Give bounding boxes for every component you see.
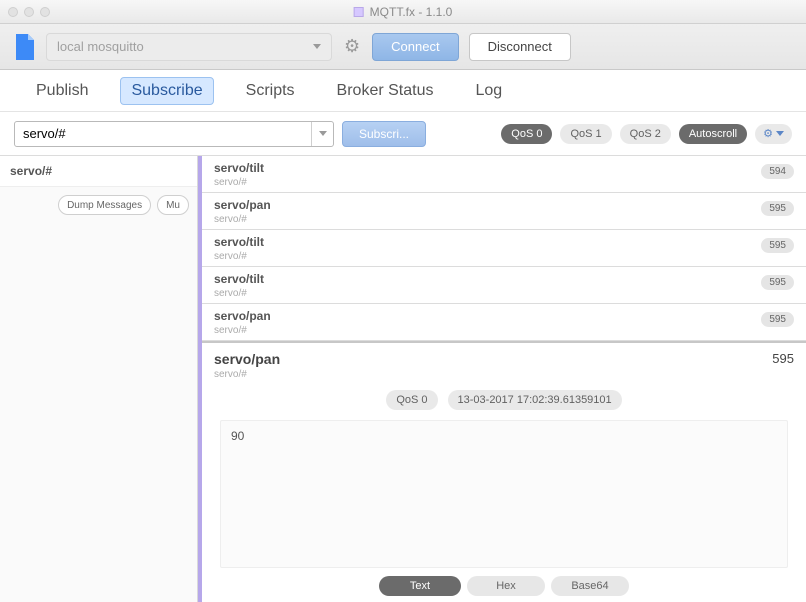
detail-source: servo/# <box>214 369 280 380</box>
message-topic: servo/pan <box>214 309 794 323</box>
subscriptions-panel: servo/# Dump Messages Mu <box>0 156 198 602</box>
tab-log[interactable]: Log <box>465 78 512 104</box>
disconnect-button[interactable]: Disconnect <box>469 33 571 61</box>
message-source: servo/# <box>214 325 794 336</box>
close-dot[interactable] <box>8 7 18 17</box>
detail-timestamp-pill: 13-03-2017 17:02:39.61359101 <box>448 390 622 410</box>
topic-input-wrapper <box>14 121 334 147</box>
message-source: servo/# <box>214 288 794 299</box>
message-row[interactable]: servo/pan servo/# 595 <box>202 304 806 341</box>
qos0-pill[interactable]: QoS 0 <box>501 124 552 144</box>
message-count-badge: 595 <box>761 201 794 216</box>
autoscroll-pill[interactable]: Autoscroll <box>679 124 747 144</box>
qos1-pill[interactable]: QoS 1 <box>560 124 611 144</box>
dump-messages-button[interactable]: Dump Messages <box>58 195 151 215</box>
format-hex-button[interactable]: Hex <box>467 576 545 596</box>
message-row[interactable]: servo/tilt servo/# 595 <box>202 267 806 304</box>
qos2-pill[interactable]: QoS 2 <box>620 124 671 144</box>
tab-subscribe[interactable]: Subscribe <box>120 77 213 105</box>
profile-icon[interactable] <box>14 34 36 60</box>
chevron-down-icon <box>319 131 327 136</box>
window-title-text: MQTT.fx - 1.1.0 <box>370 5 453 19</box>
message-detail: servo/pan servo/# 595 QoS 0 13-03-2017 1… <box>202 341 806 602</box>
zoom-dot[interactable] <box>40 7 50 17</box>
gears-icon: ⚙ <box>763 127 773 140</box>
connection-select[interactable]: local mosquitto <box>46 33 332 61</box>
detail-qos-pill: QoS 0 <box>386 390 437 410</box>
message-topic: servo/tilt <box>214 235 794 249</box>
topic-input[interactable] <box>15 126 311 141</box>
connect-button[interactable]: Connect <box>372 33 458 61</box>
subscription-item[interactable]: servo/# <box>0 156 197 187</box>
message-row[interactable]: servo/tilt servo/# 594 <box>202 156 806 193</box>
message-source: servo/# <box>214 177 794 188</box>
message-count-badge: 595 <box>761 238 794 253</box>
main-tabs: Publish Subscribe Scripts Broker Status … <box>0 70 806 112</box>
message-row[interactable]: servo/tilt servo/# 595 <box>202 230 806 267</box>
detail-count-badge: 595 <box>772 351 794 366</box>
chevron-down-icon <box>776 131 784 136</box>
main-area: servo/# Dump Messages Mu servo/tilt serv… <box>0 156 806 602</box>
display-settings-button[interactable]: ⚙ <box>755 124 792 144</box>
connection-toolbar: local mosquitto ⚙ Connect Disconnect <box>0 24 806 70</box>
traffic-lights <box>8 7 50 17</box>
topic-dropdown-button[interactable] <box>311 122 333 146</box>
message-topic: servo/pan <box>214 198 794 212</box>
message-source: servo/# <box>214 214 794 225</box>
subscribe-bar: Subscri... QoS 0 QoS 1 QoS 2 Autoscroll … <box>0 112 806 156</box>
app-icon <box>354 7 364 17</box>
format-toggle: Text Hex Base64 <box>214 576 794 596</box>
window-title: MQTT.fx - 1.1.0 <box>354 5 453 19</box>
format-base64-button[interactable]: Base64 <box>551 576 629 596</box>
mute-button[interactable]: Mu <box>157 195 189 215</box>
messages-panel: servo/tilt servo/# 594 servo/pan servo/#… <box>198 156 806 602</box>
message-list[interactable]: servo/tilt servo/# 594 servo/pan servo/#… <box>202 156 806 341</box>
subscribe-button[interactable]: Subscri... <box>342 121 426 147</box>
gear-icon[interactable]: ⚙ <box>342 36 362 57</box>
message-count-badge: 595 <box>761 312 794 327</box>
message-count-badge: 594 <box>761 164 794 179</box>
connection-select-value: local mosquitto <box>57 39 144 54</box>
detail-topic: servo/pan <box>214 351 280 367</box>
message-row[interactable]: servo/pan servo/# 595 <box>202 193 806 230</box>
minimize-dot[interactable] <box>24 7 34 17</box>
format-text-button[interactable]: Text <box>379 576 461 596</box>
message-topic: servo/tilt <box>214 272 794 286</box>
tab-publish[interactable]: Publish <box>26 78 98 104</box>
message-source: servo/# <box>214 251 794 262</box>
message-topic: servo/tilt <box>214 161 794 175</box>
tab-scripts[interactable]: Scripts <box>236 78 305 104</box>
chevron-down-icon <box>313 44 321 49</box>
window-titlebar: MQTT.fx - 1.1.0 <box>0 0 806 24</box>
payload-view[interactable]: 90 <box>220 420 788 568</box>
tab-broker-status[interactable]: Broker Status <box>327 78 444 104</box>
message-count-badge: 595 <box>761 275 794 290</box>
